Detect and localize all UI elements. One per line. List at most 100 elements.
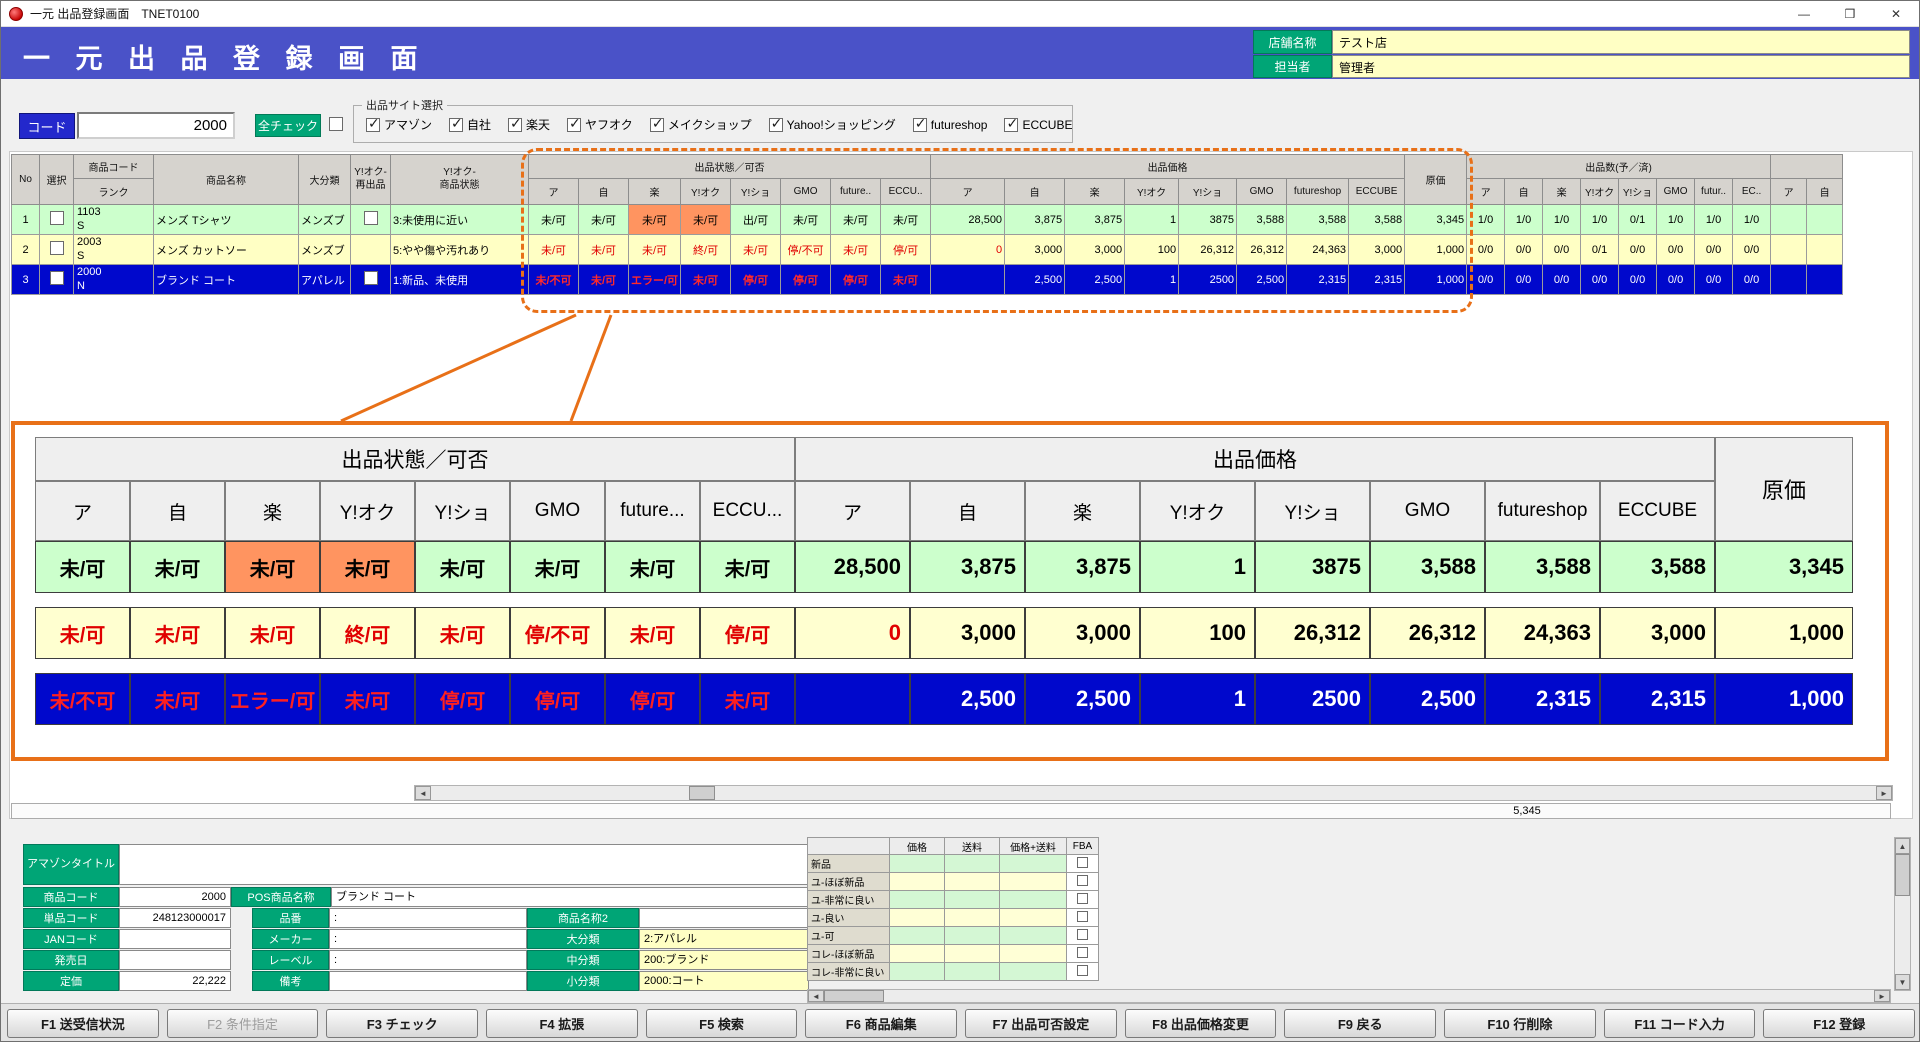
col-relist-line1: Y!オク- [354, 167, 387, 178]
fba-checkbox[interactable] [1077, 965, 1088, 976]
shipping-cell[interactable] [945, 909, 1000, 927]
zoom-price-cell: 3,875 [910, 541, 1025, 593]
category1-field[interactable]: 2:アパレル [639, 929, 809, 949]
checkbox-checked-icon[interactable]: ✓ [650, 118, 664, 132]
shop-name-value[interactable]: テスト店 [1332, 30, 1910, 54]
name2-field[interactable] [639, 908, 809, 928]
fkey-f4-extend[interactable]: F4 拡張 [486, 1009, 638, 1038]
checkbox-checked-icon[interactable]: ✓ [913, 118, 927, 132]
row-select-checkbox[interactable] [50, 211, 64, 225]
code-input[interactable] [77, 112, 235, 139]
fba-checkbox[interactable] [1077, 893, 1088, 904]
checkbox-checked-icon[interactable]: ✓ [567, 118, 581, 132]
row-select-checkbox[interactable] [50, 271, 64, 285]
site-option[interactable]: ✓アマゾン [366, 116, 432, 133]
checkbox-checked-icon[interactable]: ✓ [1004, 118, 1018, 132]
check-all-button[interactable]: 全チェック [255, 114, 321, 137]
shipping-cell[interactable] [945, 945, 1000, 963]
grid-hscrollbar[interactable]: ◄ ► [414, 785, 1893, 801]
fkey-f10-delete-row[interactable]: F10 行削除 [1444, 1009, 1596, 1038]
site-option[interactable]: ✓ECCUBE [1004, 118, 1072, 132]
check-all-checkbox[interactable] [329, 117, 343, 131]
scroll-right-arrow-icon[interactable]: ► [1874, 990, 1890, 1002]
fba-checkbox[interactable] [1077, 911, 1088, 922]
part-no-field[interactable]: : [329, 908, 527, 928]
checkbox-checked-icon[interactable]: ✓ [769, 118, 783, 132]
site-option[interactable]: ✓Yahoo!ショッピング [769, 116, 896, 133]
vscroll-track[interactable] [1895, 854, 1910, 974]
checkbox-checked-icon[interactable]: ✓ [508, 118, 522, 132]
grid-row-2[interactable]: 2 2003S メンズ カットソー メンズブ 5:やや傷や汚れあり 未/可 未/… [12, 235, 1843, 265]
detail-vscrollbar[interactable]: ▲ ▼ [1894, 837, 1911, 991]
category2-field[interactable]: 200:ブランド [639, 950, 809, 970]
fkey-f9-back[interactable]: F9 戻る [1284, 1009, 1436, 1038]
hscroll-track[interactable] [431, 786, 1876, 800]
fba-checkbox[interactable] [1077, 875, 1088, 886]
fba-checkbox[interactable] [1077, 929, 1088, 940]
site-option[interactable]: ✓楽天 [508, 116, 550, 133]
fba-checkbox[interactable] [1077, 947, 1088, 958]
shipping-cell[interactable] [945, 855, 1000, 873]
site-option[interactable]: ✓ヤフオク [567, 116, 633, 133]
manager-value[interactable]: 管理者 [1332, 55, 1910, 78]
scroll-right-arrow-icon[interactable]: ► [1876, 786, 1892, 800]
fkey-f7-listing-permission[interactable]: F7 出品可否設定 [965, 1009, 1117, 1038]
vscroll-thumb[interactable] [1895, 854, 1910, 896]
scroll-up-arrow-icon[interactable]: ▲ [1895, 838, 1910, 854]
fkey-f11-code-input[interactable]: F11 コード入力 [1604, 1009, 1756, 1038]
grid-row-3-selected[interactable]: 3 2000N ブランド コート アパレル 1:新品、未使用 未/不可 未/可 … [12, 265, 1843, 295]
minimize-button[interactable]: — [1781, 1, 1827, 26]
row-select-checkbox[interactable] [50, 241, 64, 255]
price-cell[interactable] [890, 873, 945, 891]
detail-hscrollbar[interactable]: ◄ ► [807, 989, 1891, 1003]
detail-hscroll-thumb[interactable] [824, 990, 884, 1002]
hscroll-thumb[interactable] [689, 786, 715, 800]
site-option[interactable]: ✓自社 [449, 116, 491, 133]
fba-checkbox[interactable] [1077, 857, 1088, 868]
fkey-f8-price-change[interactable]: F8 出品価格変更 [1125, 1009, 1277, 1038]
checkbox-checked-icon[interactable]: ✓ [449, 118, 463, 132]
price-cell[interactable] [890, 945, 945, 963]
release-date-field[interactable] [119, 950, 231, 970]
detail-hscroll-track[interactable] [824, 990, 1874, 1002]
scroll-down-arrow-icon[interactable]: ▼ [1895, 974, 1910, 990]
price-cell[interactable] [890, 855, 945, 873]
price-cell[interactable] [890, 909, 945, 927]
scroll-left-arrow-icon[interactable]: ◄ [808, 990, 824, 1002]
price-cell[interactable] [890, 927, 945, 945]
relist-checkbox[interactable] [364, 211, 378, 225]
zoom-status-cell: 未/可 [320, 673, 415, 725]
maximize-button[interactable]: ❒ [1827, 1, 1873, 26]
scroll-left-arrow-icon[interactable]: ◄ [415, 786, 431, 800]
memo-field[interactable] [329, 971, 527, 991]
pos-name-field[interactable]: ブランド コート [331, 887, 809, 907]
shipping-cell[interactable] [945, 873, 1000, 891]
close-button[interactable]: ✕ [1873, 1, 1919, 26]
code-button[interactable]: コード [19, 113, 75, 139]
fkey-f1-send-receive[interactable]: F1 送受信状況 [7, 1009, 159, 1038]
unit-code-field[interactable]: 248123000017 [119, 908, 231, 928]
grid-row-1[interactable]: 1 1103S メンズ Tシャツ メンズブ 3:未使用に近い 未/可 未/可 未… [12, 205, 1843, 235]
checkbox-checked-icon[interactable]: ✓ [366, 118, 380, 132]
fkey-f5-search[interactable]: F5 検索 [646, 1009, 798, 1038]
relist-checkbox[interactable] [364, 271, 378, 285]
item-code-field[interactable]: 2000 [119, 887, 231, 907]
price-cell[interactable] [890, 891, 945, 909]
fkey-f6-edit-item[interactable]: F6 商品編集 [805, 1009, 957, 1038]
cell-count: 0/0 [1543, 265, 1581, 295]
price-cell[interactable] [890, 963, 945, 981]
label-field[interactable]: : [329, 950, 527, 970]
shipping-cell[interactable] [945, 927, 1000, 945]
site-option[interactable]: ✓メイクショップ [650, 116, 752, 133]
shipping-cell[interactable] [945, 891, 1000, 909]
maker-field[interactable]: : [329, 929, 527, 949]
zoom-price-cell: 24,363 [1485, 607, 1600, 659]
amazon-title-field[interactable] [119, 844, 809, 885]
shipping-cell[interactable] [945, 963, 1000, 981]
category3-field[interactable]: 2000:コート [639, 971, 809, 991]
jan-code-field[interactable] [119, 929, 231, 949]
fkey-f3-check[interactable]: F3 チェック [326, 1009, 478, 1038]
site-option[interactable]: ✓futureshop [913, 118, 988, 132]
list-price-field[interactable]: 22,222 [119, 971, 231, 991]
fkey-f12-register[interactable]: F12 登録 [1763, 1009, 1915, 1038]
